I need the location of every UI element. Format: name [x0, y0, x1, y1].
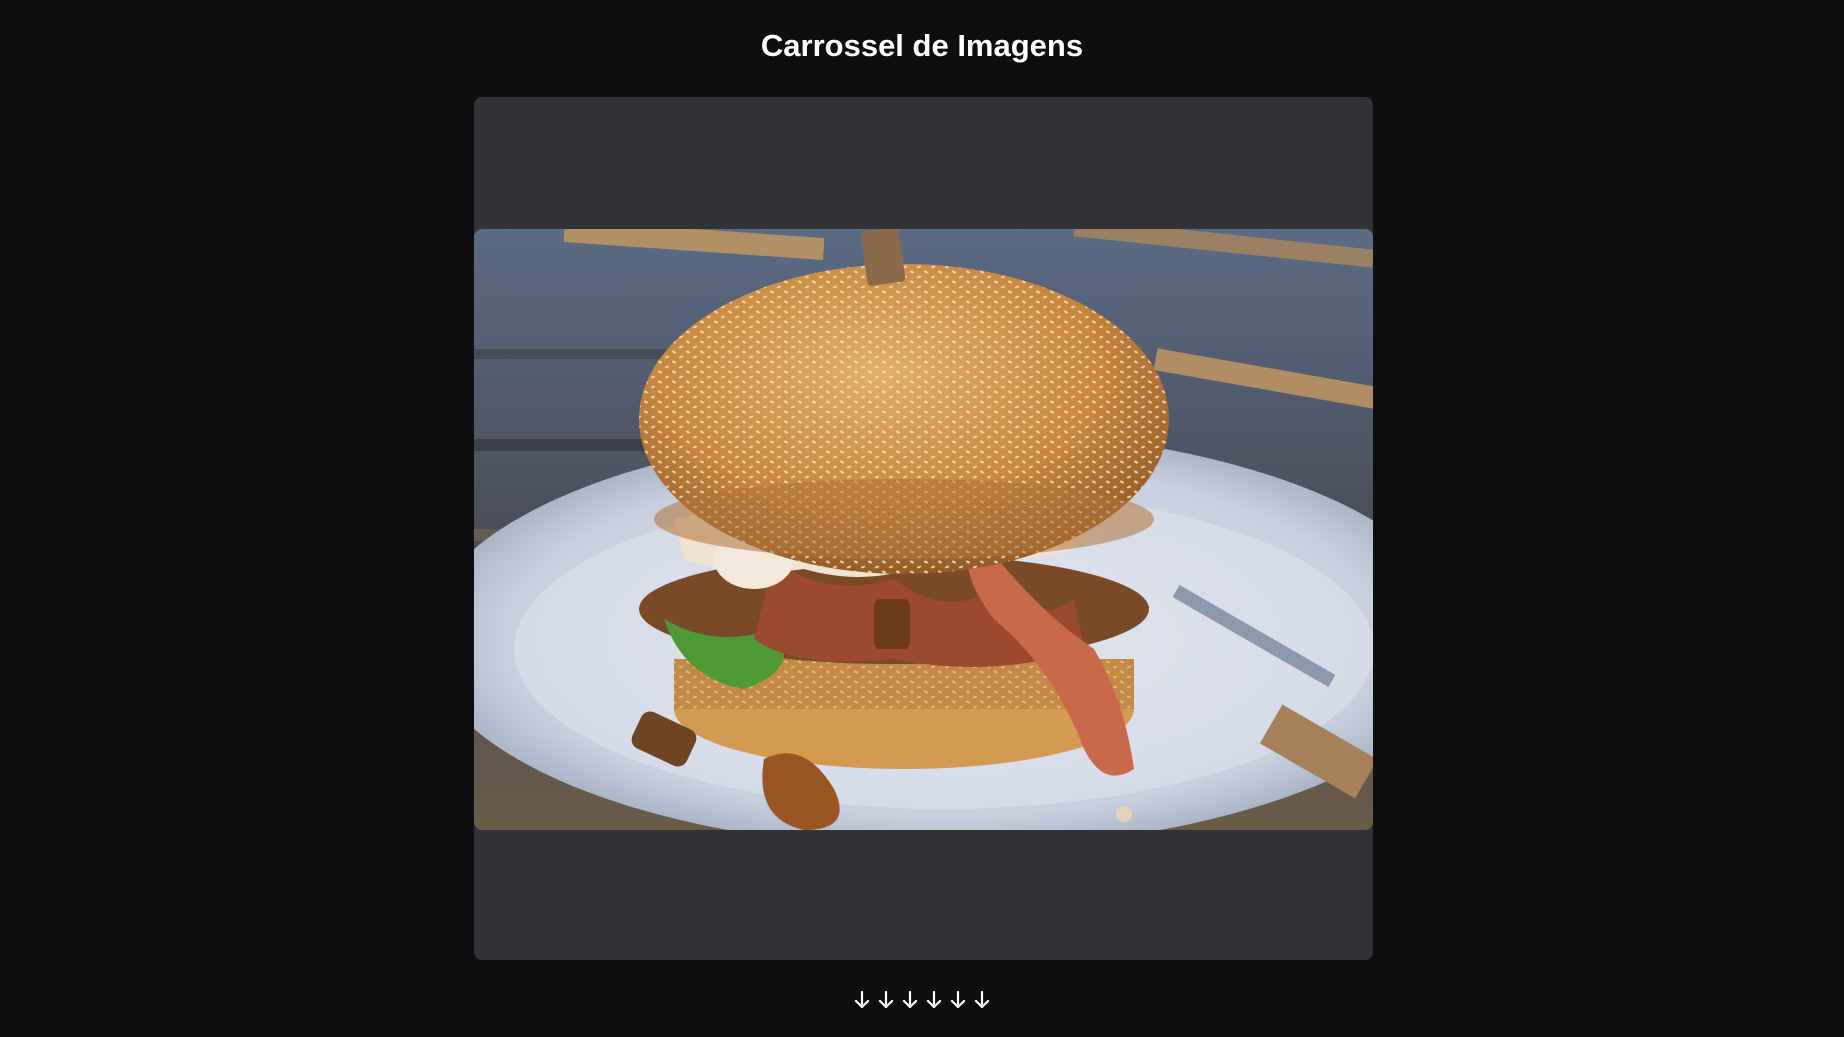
- indicator-3-arrow-down-icon[interactable]: [901, 989, 919, 1011]
- indicator-1-arrow-down-icon[interactable]: [853, 989, 871, 1011]
- indicator-5-arrow-down-icon[interactable]: [949, 989, 967, 1011]
- page-title: Carrossel de Imagens: [760, 28, 1084, 63]
- carousel: [474, 97, 1373, 960]
- indicator-6-arrow-down-icon[interactable]: [973, 989, 991, 1011]
- indicator-4-arrow-down-icon[interactable]: [925, 989, 943, 1011]
- indicator-2-arrow-down-icon[interactable]: [877, 989, 895, 1011]
- burger-photo: [474, 229, 1373, 830]
- carousel-slide[interactable]: [474, 229, 1373, 830]
- carousel-indicators: [0, 989, 1844, 1011]
- page: Carrossel de Imagens: [0, 0, 1844, 1037]
